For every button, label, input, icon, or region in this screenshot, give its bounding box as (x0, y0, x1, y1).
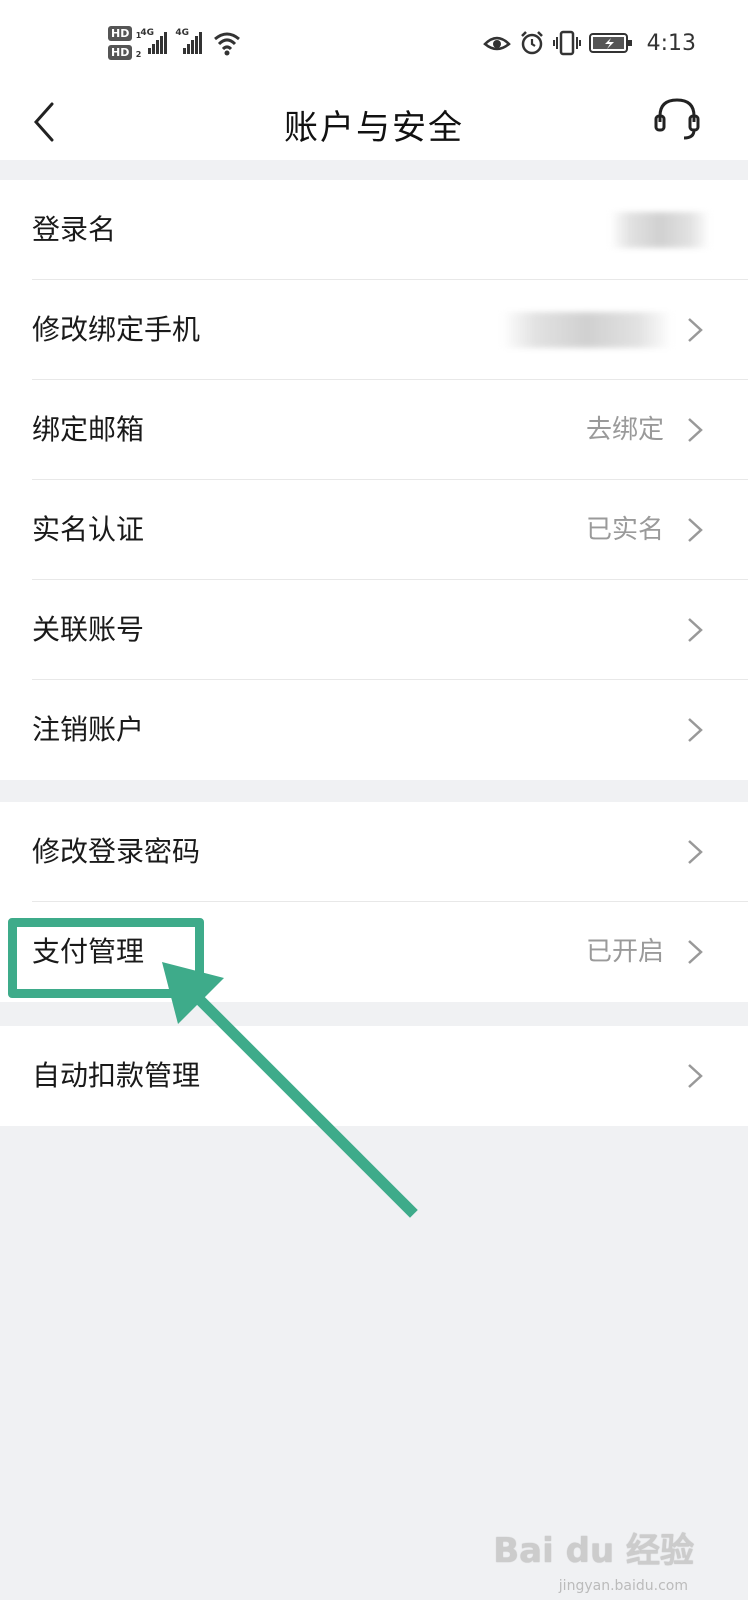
arrow-pointer-icon (162, 962, 418, 1218)
watermark-logo: Bai du 经验 (493, 1531, 694, 1571)
watermark-url: jingyan.baidu.com (558, 1578, 688, 1594)
screen: HD 1 HD 2 4G 4G 4:13 账户与安全 登录名 修改绑定手机 绑定… (0, 0, 748, 1600)
